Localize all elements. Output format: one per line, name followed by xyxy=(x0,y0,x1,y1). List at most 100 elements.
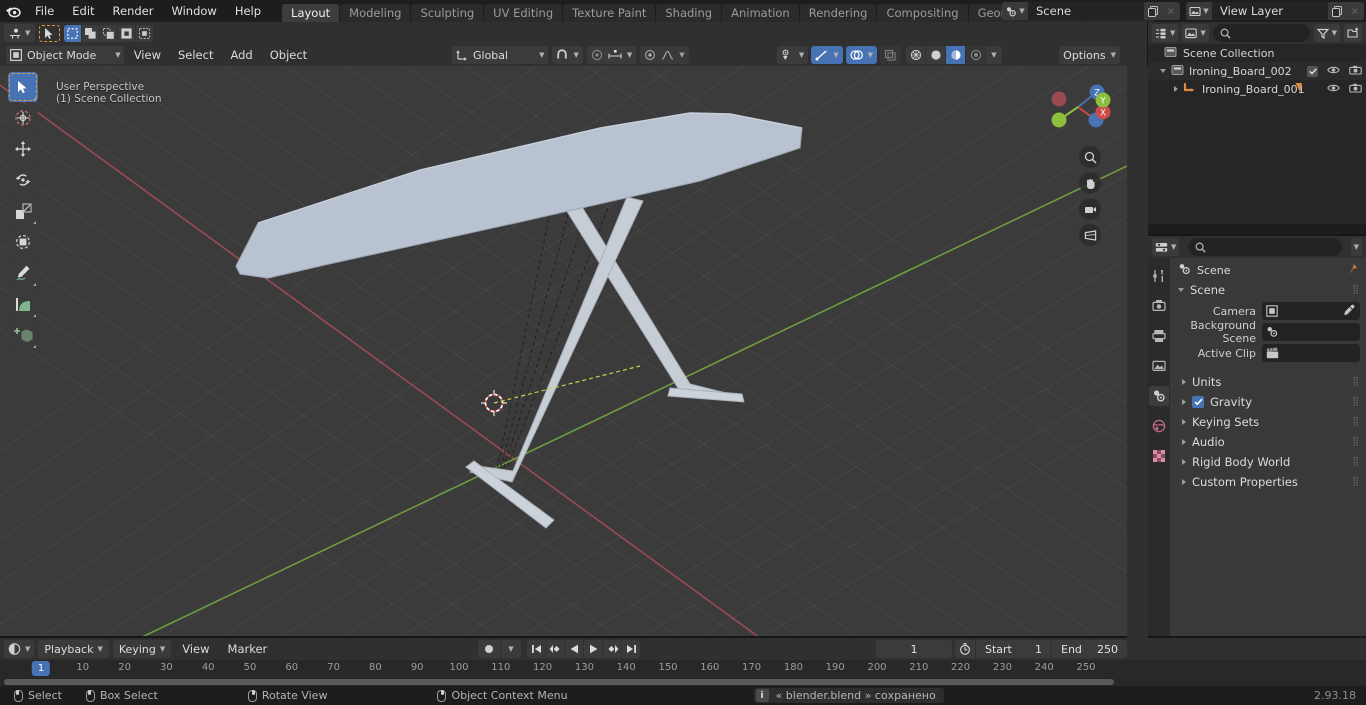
editor-divider-horizontal[interactable] xyxy=(1148,234,1366,236)
tool-cursor[interactable] xyxy=(8,103,38,133)
xray-toggle[interactable] xyxy=(880,46,901,64)
play-button[interactable] xyxy=(584,640,602,658)
select-mode-invert[interactable] xyxy=(118,24,136,42)
outliner-row-scene-collection[interactable]: Scene Collection xyxy=(1148,44,1366,62)
view-layer-icon[interactable]: ▼ xyxy=(1186,2,1212,20)
gravity-checkbox[interactable] xyxy=(1192,396,1204,408)
unlink-scene-button[interactable]: × xyxy=(1162,2,1180,20)
shading-wireframe[interactable] xyxy=(906,46,925,64)
end-frame-field[interactable]: End 250 xyxy=(1052,640,1127,658)
menu-render[interactable]: Render xyxy=(104,0,163,22)
active-tool-indicator[interactable] xyxy=(39,24,61,42)
menu-window[interactable]: Window xyxy=(162,0,225,22)
options-dropdown[interactable]: Options ▼ xyxy=(1059,46,1120,64)
tool-tweak-select[interactable] xyxy=(8,72,38,102)
tool-rotate[interactable] xyxy=(8,165,38,195)
timeline-ruler[interactable]: 1 10 20 30 40 50 60 70 80 90 100 110 120 130 140 150 160… xyxy=(0,660,1366,678)
panel-gravity[interactable]: Gravity ⣿ xyxy=(1170,392,1366,412)
panel-scene-header[interactable]: Scene ⣿ xyxy=(1170,280,1366,300)
remove-view-layer-button[interactable]: × xyxy=(1346,2,1364,20)
proportional-editing-group[interactable]: ▼ xyxy=(586,46,637,64)
current-frame-field[interactable]: 1 xyxy=(876,640,952,658)
tab-scene[interactable] xyxy=(1149,386,1169,406)
jump-to-end-button[interactable] xyxy=(622,640,640,658)
panel-custom-properties[interactable]: Custom Properties ⣿ xyxy=(1170,472,1366,492)
blender-logo-icon[interactable] xyxy=(0,0,26,22)
viewport-menu-view[interactable]: View xyxy=(127,46,168,64)
pin-icon[interactable] xyxy=(1346,263,1358,278)
shading-rendered[interactable] xyxy=(966,46,985,64)
properties-editor-type[interactable]: ▼ xyxy=(1152,238,1180,256)
viewport-menu-object[interactable]: Object xyxy=(263,46,314,64)
outliner-display-mode[interactable]: ▼ xyxy=(1152,24,1179,42)
timeline-menu-marker[interactable]: Marker xyxy=(221,640,275,658)
select-mode-intersect[interactable] xyxy=(136,24,154,42)
view-layer-name[interactable]: View Layer xyxy=(1212,2,1328,20)
view-layer-selector[interactable]: ▼ View Layer × xyxy=(1186,2,1364,20)
viewport-menu-add[interactable]: Add xyxy=(223,46,259,64)
overlays-toggle[interactable]: ▼ xyxy=(845,46,877,64)
tool-measure[interactable] xyxy=(8,289,38,319)
shading-solid[interactable] xyxy=(926,46,945,64)
object-visibility-dropdown[interactable]: ▼ xyxy=(776,46,809,64)
workspace-tab-shading[interactable]: Shading xyxy=(656,4,722,22)
properties-search-input[interactable] xyxy=(1188,238,1342,256)
panel-audio[interactable]: Audio ⣿ xyxy=(1170,432,1366,452)
panel-keying-sets[interactable]: Keying Sets ⣿ xyxy=(1170,412,1366,432)
3d-viewport[interactable]: User Perspective (1) Scene Collection Z … xyxy=(0,66,1127,638)
outliner-search-input[interactable] xyxy=(1212,24,1310,42)
shading-material-preview[interactable] xyxy=(946,46,965,64)
workspace-tab-uv-editing[interactable]: UV Editing xyxy=(484,4,563,22)
editor-divider-timeline[interactable] xyxy=(0,636,1366,638)
tab-output[interactable] xyxy=(1149,326,1169,346)
workspace-tab-sculpting[interactable]: Sculpting xyxy=(411,4,484,22)
active-clip-field[interactable] xyxy=(1262,344,1360,362)
status-report[interactable]: i « blender.blend » сохранено xyxy=(753,688,944,703)
workspace-tab-modeling[interactable]: Modeling xyxy=(340,4,411,22)
zoom-icon[interactable] xyxy=(1079,146,1101,168)
transform-orientation-selector[interactable]: Global ▼ xyxy=(452,46,549,64)
new-view-layer-button[interactable] xyxy=(1328,2,1346,20)
prev-keyframe-button[interactable] xyxy=(546,640,564,658)
chevron-down-icon[interactable] xyxy=(1160,69,1166,73)
select-mode-subtract[interactable] xyxy=(100,24,118,42)
use-preview-range-button[interactable] xyxy=(955,640,975,658)
scene-selector[interactable]: ▼ Scene × xyxy=(1002,2,1180,20)
timeline-playhead[interactable]: 1 xyxy=(31,661,51,676)
tool-scale[interactable] xyxy=(8,196,38,226)
workspace-tab-compositing[interactable]: Compositing xyxy=(877,4,968,22)
camera-field[interactable] xyxy=(1262,302,1360,320)
workspace-tab-rendering[interactable]: Rendering xyxy=(799,4,877,22)
navigation-gizmo[interactable]: Z X Y xyxy=(1045,74,1111,140)
tab-texture[interactable] xyxy=(1149,446,1169,466)
snap-toggle[interactable]: ▼ xyxy=(552,46,583,64)
interaction-mode-selector[interactable]: Object Mode ▼ xyxy=(6,46,124,64)
render-camera-icon[interactable] xyxy=(1349,83,1362,96)
eyedropper-icon[interactable] xyxy=(1343,304,1355,319)
tab-view-layer[interactable] xyxy=(1149,356,1169,376)
outliner-row-ironing-board-001[interactable]: Ironing_Board_001 xyxy=(1148,80,1366,98)
play-reverse-button[interactable] xyxy=(565,640,583,658)
tab-tool[interactable] xyxy=(1149,266,1169,286)
panel-rigid-body-world[interactable]: Rigid Body World ⣿ xyxy=(1170,452,1366,472)
jump-to-start-button[interactable] xyxy=(527,640,545,658)
visibility-eye-icon[interactable] xyxy=(1327,83,1340,96)
proportional-falloff-group[interactable]: ▼ xyxy=(640,46,689,64)
auto-keying-toggle[interactable] xyxy=(478,640,500,658)
pan-hand-icon[interactable] xyxy=(1079,172,1101,194)
new-scene-button[interactable] xyxy=(1144,2,1162,20)
outliner-row-ironing-board-002[interactable]: Ironing_Board_002 xyxy=(1148,62,1366,80)
workspace-tab-animation[interactable]: Animation xyxy=(722,4,799,22)
tool-annotate[interactable] xyxy=(8,258,38,288)
scene-name[interactable]: Scene xyxy=(1028,2,1144,20)
gizmo-toggle[interactable]: ▼ xyxy=(811,46,843,64)
keying-dropdown[interactable]: Keying ▼ xyxy=(112,640,172,658)
menu-help[interactable]: Help xyxy=(226,0,270,22)
playback-dropdown[interactable]: Playback ▼ xyxy=(38,640,109,658)
next-keyframe-button[interactable] xyxy=(603,640,621,658)
outliner-filter-id-type[interactable]: ▼ xyxy=(1182,24,1209,42)
menu-edit[interactable]: Edit xyxy=(63,0,103,22)
timeline-horizontal-scrollbar[interactable] xyxy=(4,679,1114,685)
outliner-new-collection-button[interactable] xyxy=(1344,24,1362,42)
exclude-checkbox[interactable] xyxy=(1307,65,1318,77)
